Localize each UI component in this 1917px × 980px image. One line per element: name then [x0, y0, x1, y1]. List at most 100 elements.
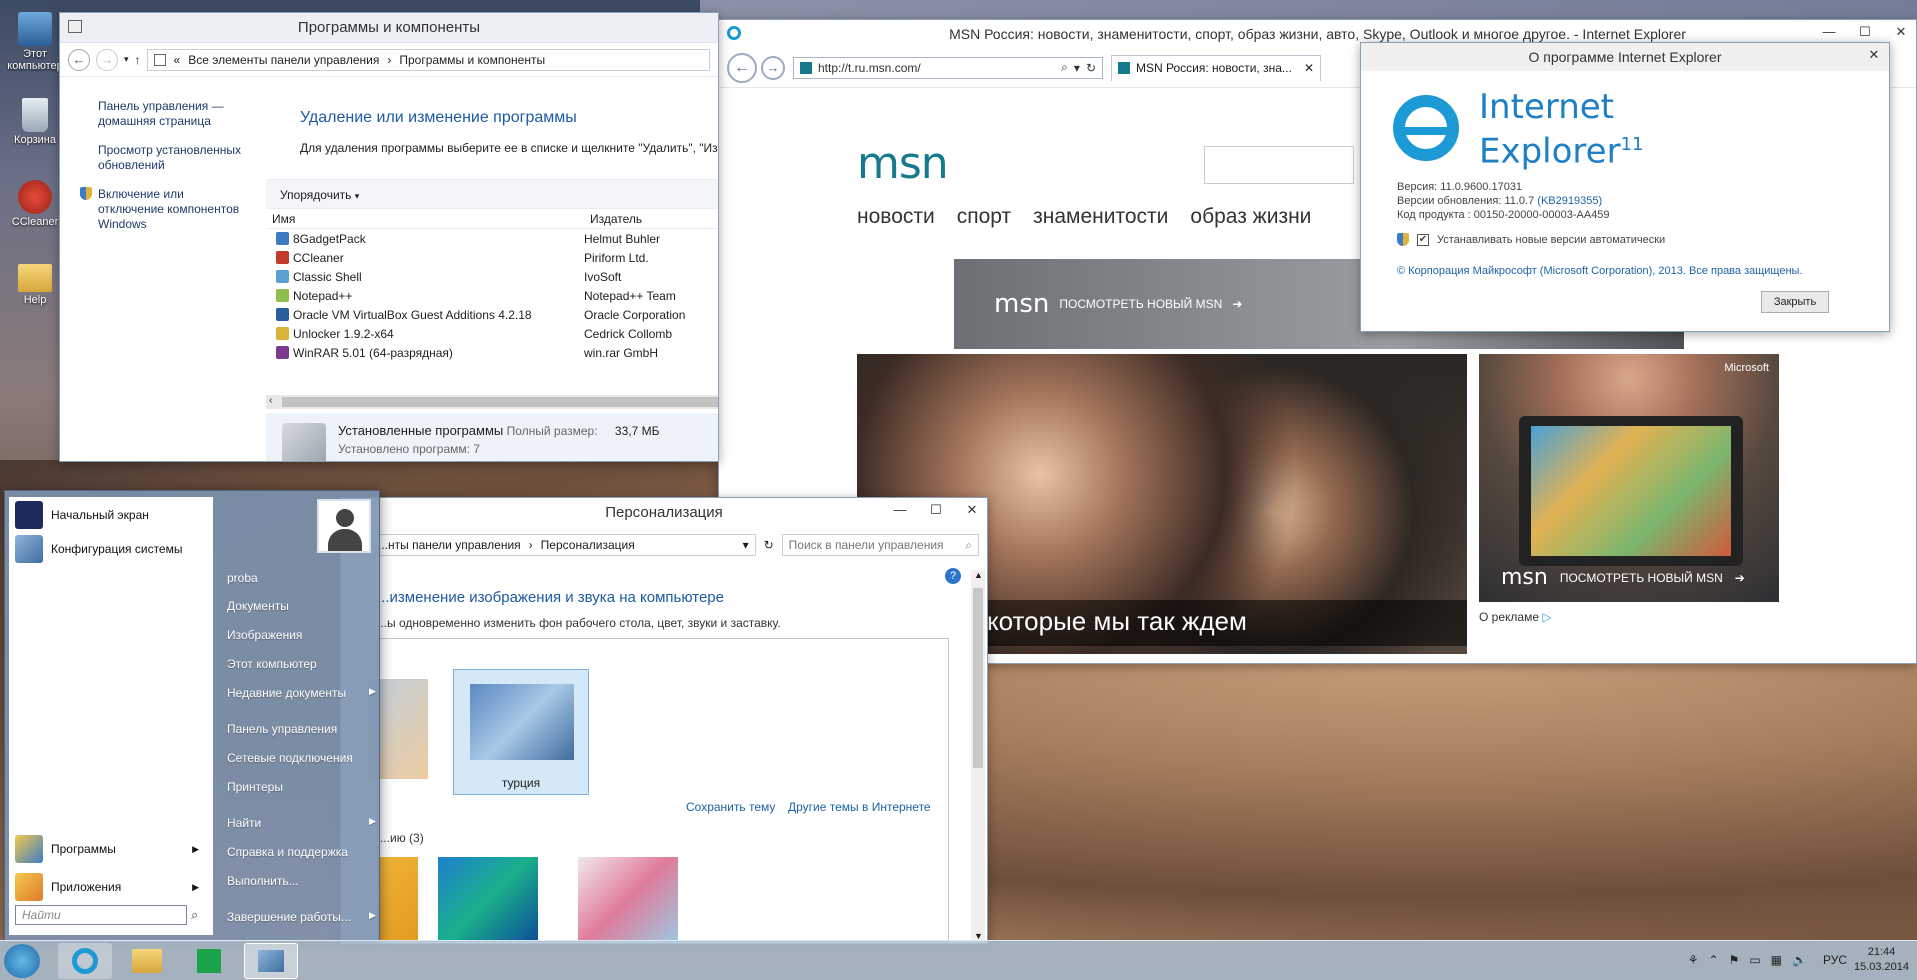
- network-icon[interactable]: ▦: [1771, 953, 1782, 967]
- start-right-pictures[interactable]: Изображения: [227, 628, 302, 642]
- table-row[interactable]: Unlocker 1.9.2-x64 Cedrick Collomb: [266, 324, 718, 343]
- clock[interactable]: 21:44 15.03.2014: [1854, 945, 1909, 975]
- table-row[interactable]: Oracle VM VirtualBox Guest Additions 4.2…: [266, 305, 718, 324]
- up-icon[interactable]: ↑: [135, 53, 141, 67]
- ad-image[interactable]: Microsoft msn ПОСМОТРЕТЬ НОВЫЙ MSN ➔: [1479, 354, 1779, 602]
- start-right-run[interactable]: Выполнить...: [227, 874, 299, 888]
- minimize-icon[interactable]: —: [1820, 24, 1838, 40]
- breadcrumb-item[interactable]: ...нты панели управления: [378, 538, 521, 552]
- about-ie-dialog[interactable]: О программе Internet Explorer ✕ Internet…: [1360, 42, 1890, 332]
- ad-label[interactable]: О рекламе ▷: [1479, 610, 1552, 624]
- start-right-help[interactable]: Справка и поддержка: [227, 845, 348, 859]
- theme-thumbnail[interactable]: [438, 857, 538, 941]
- breadcrumb-item[interactable]: Все элементы панели управления: [188, 53, 379, 67]
- volume-icon[interactable]: 🔈: [1792, 953, 1807, 967]
- breadcrumb-item[interactable]: Персонализация: [541, 538, 735, 552]
- msn-nav-sport[interactable]: спорт: [957, 205, 1011, 229]
- start-right-recent[interactable]: Недавние документы ▶: [227, 686, 376, 700]
- language-indicator[interactable]: РУС: [1823, 953, 1847, 967]
- theme-turkey[interactable]: турция: [453, 669, 589, 795]
- msn-nav-celebrities[interactable]: знаменитости: [1033, 205, 1168, 229]
- taskbar-store[interactable]: [182, 943, 236, 979]
- close-icon[interactable]: ✕: [1892, 24, 1910, 40]
- start-item-apps[interactable]: Приложения ▶: [15, 873, 209, 901]
- kb-link[interactable]: (KB2919355): [1537, 195, 1602, 207]
- user-avatar[interactable]: [317, 499, 371, 553]
- desktop-icon-recycle-bin[interactable]: Корзина: [4, 98, 66, 146]
- taskbar-explorer[interactable]: [120, 943, 174, 979]
- scroll-left-icon[interactable]: ‹: [269, 395, 272, 406]
- help-icon[interactable]: ?: [945, 568, 961, 584]
- desktop-icon-ccleaner[interactable]: CCleaner: [4, 180, 66, 228]
- power-icon[interactable]: ▭: [1749, 953, 1760, 967]
- flag-icon[interactable]: ⚑: [1729, 953, 1740, 967]
- maximize-icon[interactable]: ☐: [1856, 24, 1874, 40]
- back-icon[interactable]: ←: [727, 52, 757, 83]
- start-right-printers[interactable]: Принтеры: [227, 780, 283, 794]
- cp-search-input[interactable]: Поиск в панели управления ⌕: [781, 534, 979, 556]
- vertical-scrollbar[interactable]: ▲ ▼: [971, 570, 985, 941]
- save-theme-link[interactable]: Сохранить тему: [686, 800, 775, 814]
- ie-tab[interactable]: MSN Россия: новости, зна... ✕: [1111, 54, 1321, 81]
- theme-thumbnail[interactable]: [578, 857, 678, 941]
- start-item-programs[interactable]: Программы ▶: [15, 835, 209, 863]
- horizontal-scrollbar[interactable]: ‹: [266, 395, 718, 409]
- desktop-icon-computer[interactable]: Этот компьютер: [4, 12, 66, 72]
- msn-search-input[interactable]: [1204, 146, 1354, 184]
- taskbar-ie[interactable]: [58, 943, 112, 979]
- start-search-input[interactable]: Найти: [15, 905, 187, 925]
- close-tab-icon[interactable]: ✕: [1304, 61, 1314, 75]
- close-icon[interactable]: ✕: [963, 502, 981, 518]
- tray-app-icon[interactable]: ⚘: [1688, 953, 1699, 967]
- search-icon[interactable]: ⌕: [191, 907, 198, 923]
- start-right-network[interactable]: Сетевые подключения: [227, 751, 353, 765]
- col-publisher[interactable]: Издатель: [584, 212, 642, 226]
- msn-logo[interactable]: msn: [857, 138, 949, 189]
- msn-nav-news[interactable]: новости: [857, 205, 935, 229]
- about-titlebar[interactable]: О программе Internet Explorer ✕: [1361, 43, 1889, 71]
- organize-button[interactable]: Упорядочить ▾: [280, 188, 359, 202]
- refresh-icon[interactable]: ↻: [1086, 61, 1096, 75]
- pf-breadcrumb[interactable]: « Все элементы панели управления › Прогр…: [146, 48, 710, 71]
- recent-dropdown-icon[interactable]: ▾: [124, 54, 129, 65]
- windows-features-link[interactable]: Включение или отключение компонентов Win…: [80, 187, 248, 232]
- start-right-documents[interactable]: Документы: [227, 599, 289, 613]
- maximize-icon[interactable]: ☐: [927, 502, 945, 518]
- chevron-down-icon[interactable]: ▾: [743, 538, 749, 552]
- start-item-start-screen[interactable]: Начальный экран: [15, 501, 149, 529]
- taskbar-control-panel[interactable]: [244, 943, 298, 979]
- start-right-search[interactable]: Найти ▶: [227, 816, 376, 830]
- theme-partial-2[interactable]: [378, 857, 418, 941]
- copyright-link[interactable]: © Корпорация Майкрософт (Microsoft Corpo…: [1397, 265, 1803, 277]
- programs-features-window[interactable]: Программы и компоненты ← → ▾ ↑ « Все эле…: [59, 12, 719, 462]
- scroll-up-icon[interactable]: ▲: [974, 570, 983, 580]
- refresh-icon[interactable]: ↻: [764, 538, 774, 552]
- start-right-control-panel[interactable]: Панель управления: [227, 722, 337, 736]
- pf-titlebar[interactable]: Программы и компоненты: [60, 13, 718, 43]
- col-name[interactable]: Имя: [266, 212, 584, 226]
- personalization-window[interactable]: Персонализация — ☐ ✕ ...нты панели управле…: [340, 497, 988, 944]
- dropdown-icon[interactable]: ▾: [1074, 61, 1080, 75]
- close-icon[interactable]: ✕: [1865, 47, 1883, 63]
- start-right-computer[interactable]: Этот компьютер: [227, 657, 317, 671]
- breadcrumb-item[interactable]: Программы и компоненты: [399, 53, 545, 67]
- table-row[interactable]: 8GadgetPack Helmut Buhler: [266, 229, 718, 248]
- pers-titlebar[interactable]: Персонализация — ☐ ✕: [341, 498, 987, 528]
- start-right-shutdown[interactable]: Завершение работы... ▶: [227, 910, 376, 924]
- tray-expand-icon[interactable]: ⌃: [1709, 953, 1719, 967]
- cp-home-link[interactable]: Панель управления — домашняя страница: [80, 99, 248, 129]
- table-row[interactable]: Classic Shell IvoSoft: [266, 267, 718, 286]
- table-row[interactable]: Notepad++ Notepad++ Team: [266, 286, 718, 305]
- search-icon[interactable]: ⌕: [1061, 60, 1068, 75]
- desktop-icon-help[interactable]: Help: [4, 264, 66, 306]
- more-themes-link[interactable]: Другие темы в Интернете: [788, 800, 931, 814]
- msn-nav-lifestyle[interactable]: образ жизни: [1190, 205, 1311, 229]
- minimize-icon[interactable]: —: [891, 502, 909, 518]
- pers-breadcrumb[interactable]: ...нты панели управления › Персонализаци…: [371, 534, 756, 556]
- view-updates-link[interactable]: Просмотр установленных обновлений: [80, 143, 248, 173]
- forward-icon[interactable]: →: [761, 55, 785, 80]
- scroll-thumb[interactable]: [282, 397, 718, 407]
- ie-address-bar[interactable]: http://t.ru.msn.com/ ⌕ ▾ ↻: [793, 56, 1103, 79]
- start-item-msconfig[interactable]: Конфигурация системы: [15, 535, 182, 563]
- back-icon[interactable]: ←: [68, 48, 90, 71]
